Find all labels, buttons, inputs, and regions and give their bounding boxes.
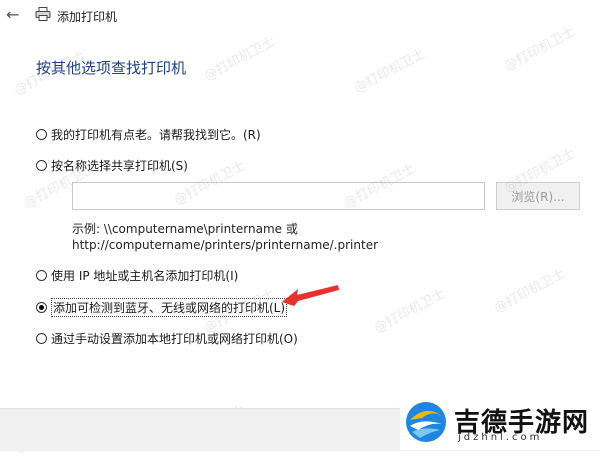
brand-name-en: jdzhnl.com xyxy=(458,432,543,443)
watermark: @打印机卫士 xyxy=(371,286,448,337)
option-manual-local-label: 通过手动设置添加本地打印机或网络打印机(O) xyxy=(51,332,298,346)
page-heading: 按其他选项查找打印机 xyxy=(36,59,187,77)
radio-bluetooth-wireless[interactable] xyxy=(36,302,47,313)
browse-button[interactable]: 浏览(R)... xyxy=(496,182,580,210)
watermark: @打印机卫士 xyxy=(491,266,568,317)
watermark: @打印机卫士 xyxy=(351,46,428,97)
annotation-arrow-icon xyxy=(282,285,339,306)
shared-printer-input[interactable] xyxy=(72,182,485,210)
option-bluetooth-wireless-label: 添加可检测到蓝牙、无线或网络的打印机(L) xyxy=(51,298,288,317)
radio-ip-address[interactable] xyxy=(36,270,47,281)
brand-logo-icon xyxy=(406,402,446,442)
option-old-printer[interactable]: 我的打印机有点老。请帮我找到它。(R) xyxy=(36,126,261,143)
option-ip-address[interactable]: 使用 IP 地址或主机名添加打印机(I) xyxy=(36,267,238,284)
radio-old-printer[interactable] xyxy=(36,129,47,140)
brand-logo: 吉德手游网 jdzhnl.com xyxy=(400,396,600,450)
option-ip-address-label: 使用 IP 地址或主机名添加打印机(I) xyxy=(51,269,239,283)
radio-shared-by-name[interactable] xyxy=(36,160,47,171)
option-bluetooth-wireless[interactable]: 添加可检测到蓝牙、无线或网络的打印机(L) xyxy=(36,298,288,317)
back-arrow-icon[interactable]: ← xyxy=(6,6,19,24)
radio-manual-local[interactable] xyxy=(36,333,47,344)
option-old-printer-label: 我的打印机有点老。请帮我找到它。(R) xyxy=(51,128,261,142)
example-text-line2: http://computername/printers/printername… xyxy=(72,238,379,252)
window-title: 添加打印机 xyxy=(57,10,118,24)
option-shared-by-name[interactable]: 按名称选择共享打印机(S) xyxy=(36,157,188,174)
example-text-line1: 示例: \\computername\printername 或 xyxy=(72,222,298,236)
option-shared-by-name-label: 按名称选择共享打印机(S) xyxy=(51,159,188,173)
watermark: @打印机卫士 xyxy=(201,34,278,85)
title-bar: ← 添加打印机 xyxy=(0,0,600,34)
option-manual-local[interactable]: 通过手动设置添加本地打印机或网络打印机(O) xyxy=(36,330,298,347)
printer-icon xyxy=(35,7,51,21)
